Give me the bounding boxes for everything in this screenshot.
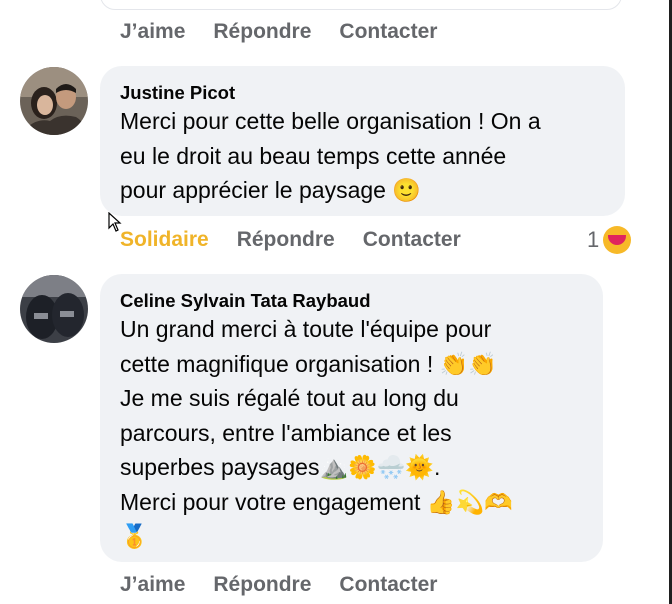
reaction-count: 1 — [587, 227, 600, 252]
comment-text: Un grand merci à toute l'équipe pour cet… — [120, 312, 513, 554]
contact-button[interactable]: Contacter — [363, 228, 461, 252]
comment-line: pour apprécier le paysage 🙂 — [120, 177, 421, 203]
reaction-summary[interactable]: 1 — [587, 226, 632, 254]
reaction-button[interactable]: Solidaire — [120, 228, 209, 252]
avatar[interactable] — [20, 275, 88, 343]
reply-button[interactable]: Répondre — [213, 573, 311, 597]
reply-button[interactable]: Répondre — [237, 228, 335, 252]
care-reaction-icon — [603, 226, 632, 254]
comment-author[interactable]: Celine Sylvain Tata Raybaud — [120, 290, 371, 312]
avatar-photo — [20, 275, 88, 343]
comment-line: Un grand merci à toute l'équipe pour — [120, 316, 492, 342]
comment-author[interactable]: Justine Picot — [120, 82, 235, 104]
comment-line: Je me suis régalé tout au long du — [120, 385, 459, 411]
comment-actions: J’aime Répondre Contacter — [120, 573, 465, 597]
avatar-photo — [20, 67, 88, 135]
comment-line: eu le droit au beau temps cette année — [120, 142, 507, 169]
comment-text: Merci pour cette belle organisation ! On… — [120, 104, 541, 208]
comment-line: cette magnifique organisation ! 👏👏 — [120, 350, 497, 377]
contact-button[interactable]: Contacter — [339, 20, 437, 44]
comment-line: superbes paysages⛰️🌼🌨️🌞. — [120, 454, 441, 480]
comment-line: 🥇 — [120, 523, 149, 549]
comment-line: Merci pour cette belle organisation ! On… — [120, 108, 541, 134]
mouse-pointer-icon — [108, 212, 122, 232]
avatar[interactable] — [20, 67, 88, 135]
like-button[interactable]: J’aime — [120, 573, 185, 597]
contact-button[interactable]: Contacter — [339, 573, 437, 597]
like-button[interactable]: J’aime — [120, 20, 185, 44]
comment-line: Merci pour votre engagement 👍💫🫶 — [120, 488, 513, 515]
comment-line: parcours, entre l'ambiance et les — [120, 419, 452, 446]
reply-button[interactable]: Répondre — [213, 20, 311, 44]
previous-comment-actions: J’aime Répondre Contacter — [120, 20, 465, 44]
comment-actions: Solidaire Répondre Contacter — [120, 228, 489, 252]
previous-comment-bubble — [100, 0, 622, 10]
